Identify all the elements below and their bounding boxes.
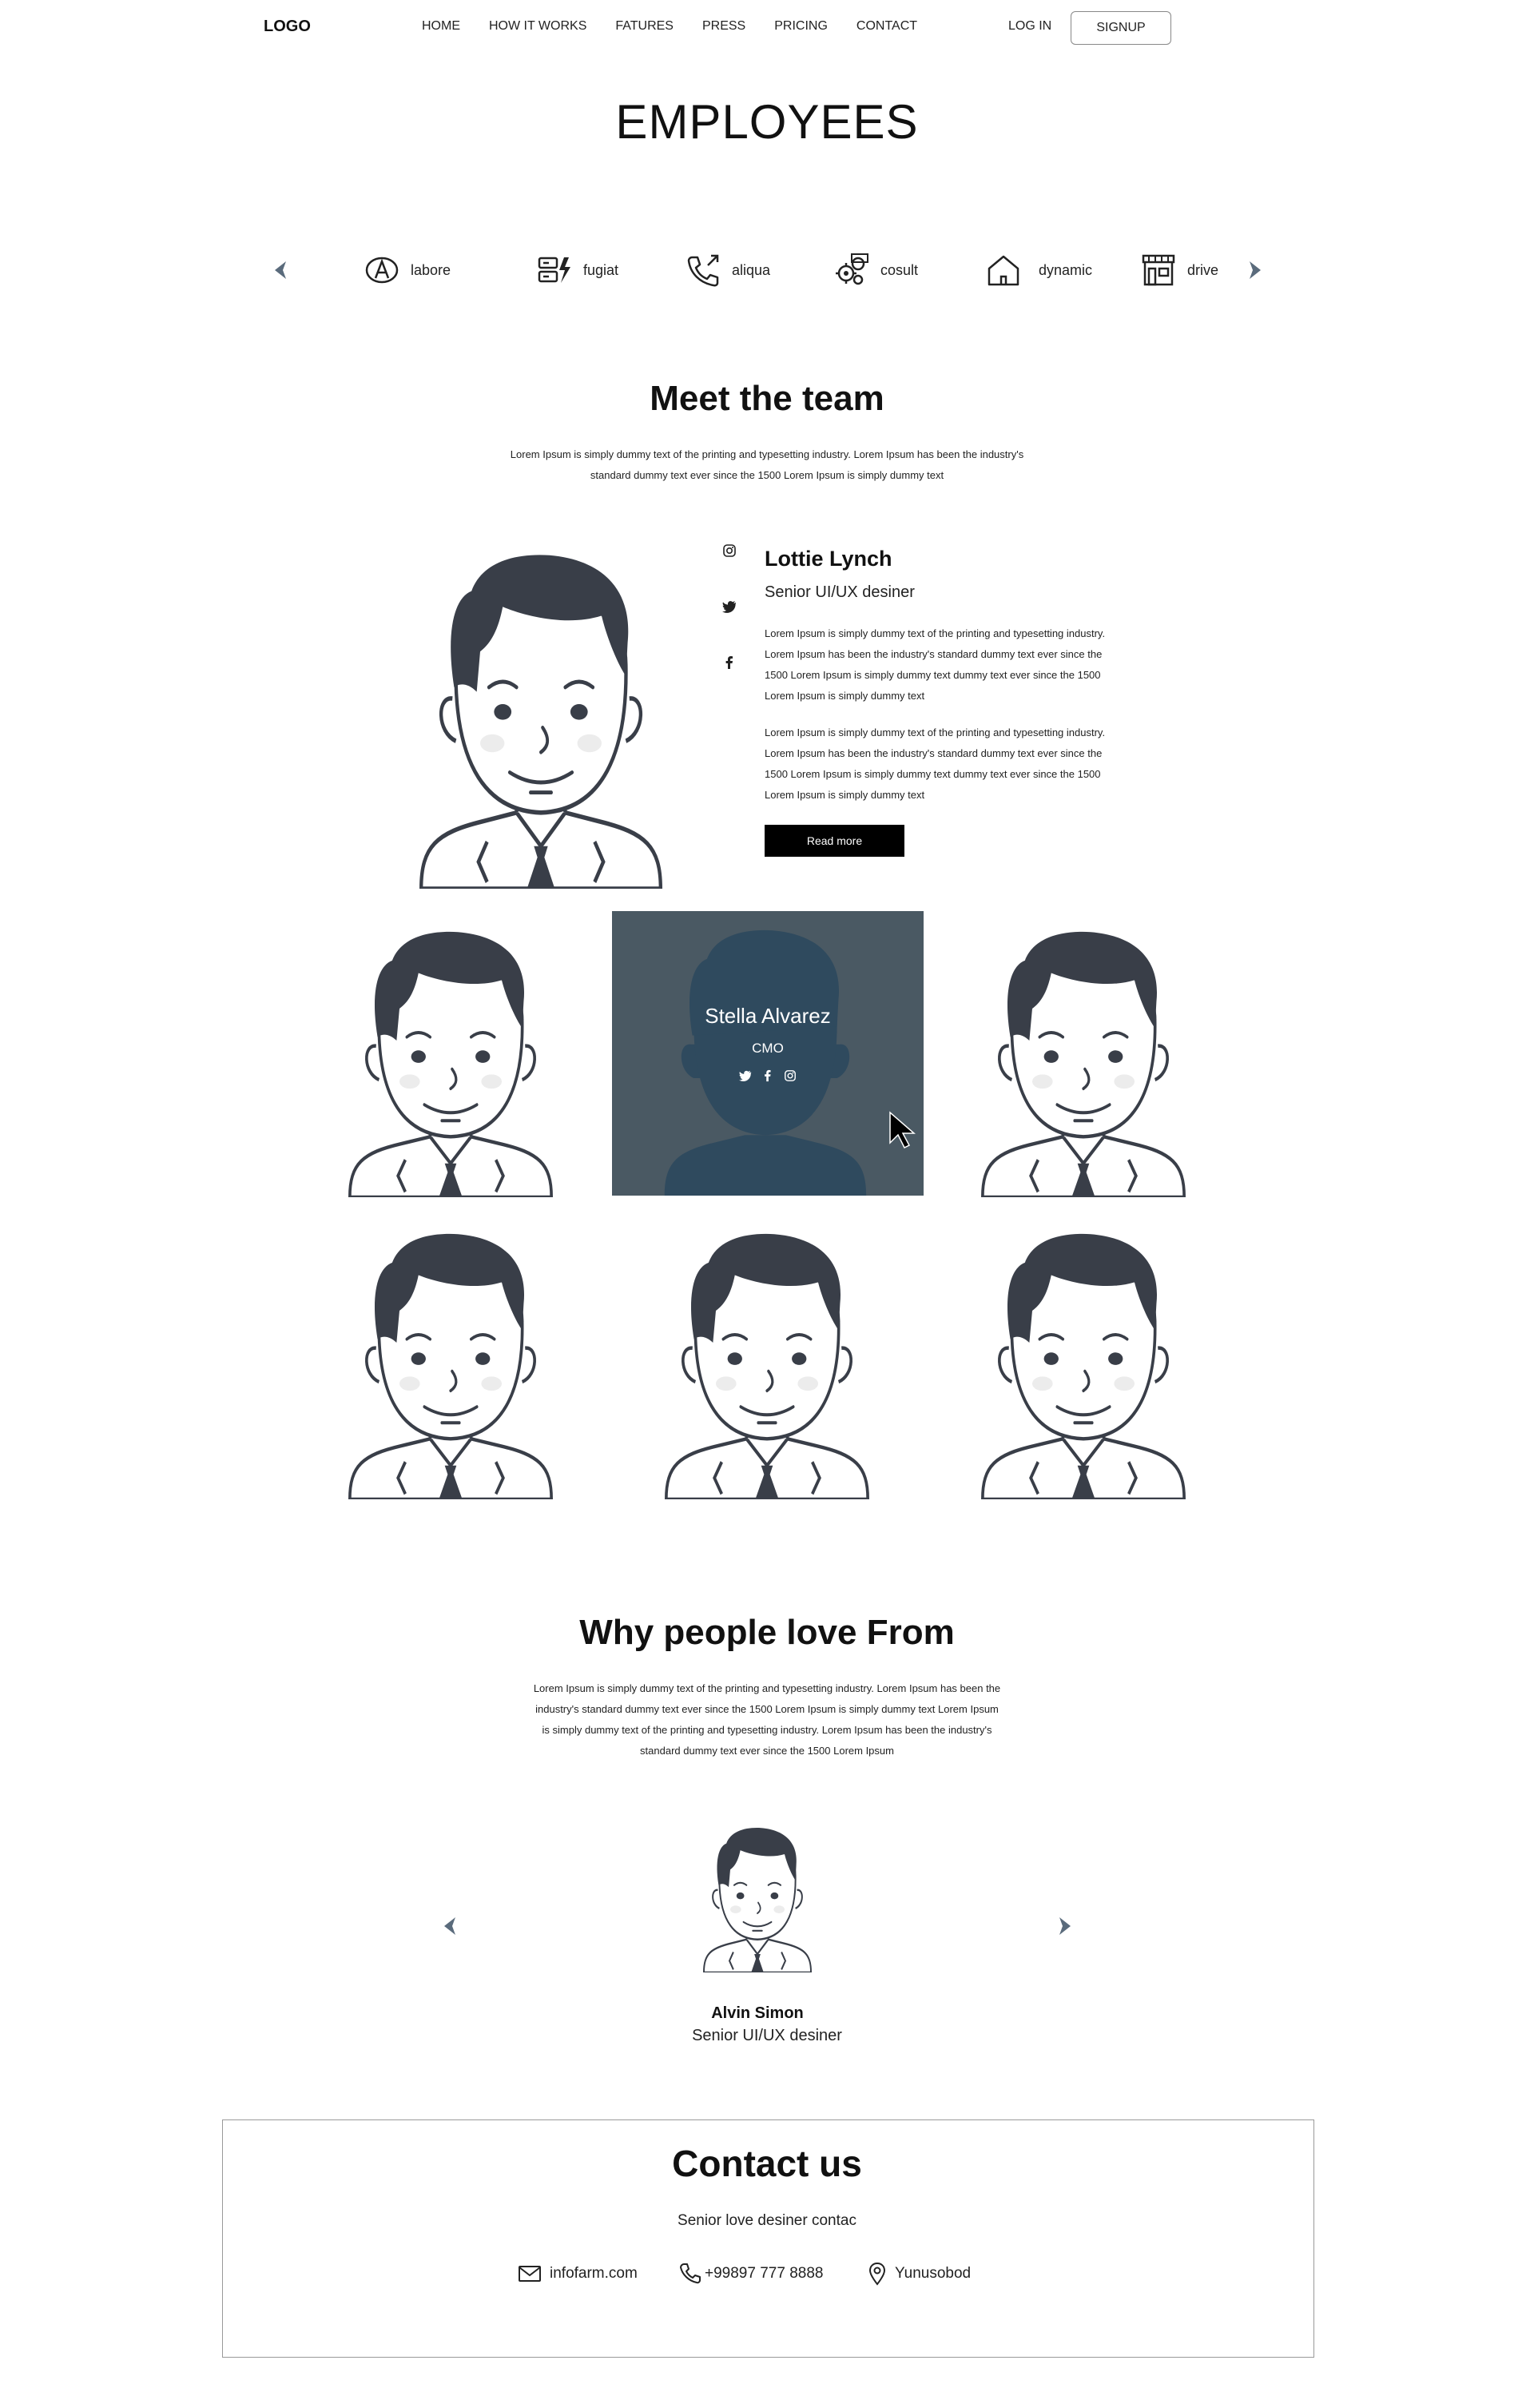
team-lead-line-1: Lorem Ipsum is simply dummy text of the … (510, 448, 1024, 460)
featured-member-name: Lottie Lynch (765, 547, 892, 571)
category-label: dynamic (1039, 261, 1093, 278)
category-item-labore[interactable]: labore (364, 253, 451, 288)
contact-phone[interactable]: +99897 777 8888 (679, 2262, 823, 2286)
instagram-icon[interactable] (784, 1069, 797, 1082)
category-item-drive[interactable]: drive (1141, 253, 1218, 288)
instagram-icon (723, 544, 736, 557)
signup-button[interactable]: SIGNUP (1071, 11, 1171, 45)
why-line-2: industry's standard dummy text ever sinc… (535, 1703, 999, 1715)
team-section-title: Meet the team (650, 379, 884, 418)
chevron-left-icon (444, 1917, 455, 1935)
nav-link-how-it-works[interactable]: HOW IT WORKS (489, 19, 586, 34)
team-member-avatar[interactable] (981, 930, 1186, 1197)
nav-link-pricing[interactable]: PRICING (774, 19, 828, 34)
contact-email-text: infofarm.com (550, 2265, 638, 2282)
badge-a-icon (365, 257, 399, 284)
gears-icon (836, 253, 868, 285)
phone-outgoing-icon (687, 254, 719, 287)
contact-location-text: Yunusobod (895, 2265, 972, 2282)
featured-avatar (419, 553, 662, 889)
hover-card-role: CMO (752, 1041, 784, 1056)
testimonial-prev-button[interactable] (438, 1912, 462, 1940)
phone-icon (680, 2263, 701, 2284)
facebook-icon (725, 656, 733, 669)
category-item-cosult[interactable]: cosult (834, 253, 918, 288)
nav-link-contact[interactable]: CONTACT (856, 19, 917, 34)
chevron-left-icon (275, 261, 286, 279)
twitter-link[interactable] (722, 599, 740, 655)
team-member-avatar[interactable] (348, 930, 553, 1197)
team-member-avatar[interactable] (981, 1232, 1186, 1499)
category-label: fugiat (583, 261, 619, 278)
contact-email[interactable]: infofarm.com (518, 2262, 638, 2286)
storefront-icon (1142, 254, 1175, 286)
nav-link-home[interactable]: HOME (422, 19, 460, 34)
hover-card-name: Stella Alvarez (705, 1004, 831, 1028)
category-item-fugiat[interactable]: fugiat (537, 253, 618, 288)
mouse-cursor-icon (889, 1111, 916, 1149)
why-line-3: is simply dummy text of the printing and… (542, 1724, 992, 1736)
why-line-1: Lorem Ipsum is simply dummy text of the … (533, 1682, 1001, 1694)
location-pin-icon (868, 2262, 886, 2286)
chevron-right-icon (1059, 1917, 1071, 1935)
chevron-right-icon (1250, 261, 1261, 279)
testimonial-name: Alvin Simon (711, 2004, 804, 2022)
facebook-link[interactable] (722, 655, 740, 711)
category-item-aliqua[interactable]: aliqua (686, 253, 770, 288)
contact-subtitle: Senior love desiner contac (678, 2212, 856, 2229)
category-label: cosult (880, 261, 919, 278)
why-section-title: Why people love From (579, 1613, 955, 1652)
twitter-icon[interactable] (739, 1069, 752, 1082)
featured-bio-paragraph-2: Lorem Ipsum is simply dummy text of the … (765, 726, 1106, 801)
top-navigation: LOGO HOME HOW IT WORKS FATURES PRESS PRI… (0, 0, 1534, 56)
nav-link-press[interactable]: PRESS (702, 19, 745, 34)
testimonial-next-button[interactable] (1053, 1912, 1077, 1940)
instagram-link[interactable] (722, 543, 740, 599)
contact-title: Contact us (672, 2143, 862, 2184)
team-lead-line-2: standard dummy text ever since the 1500 … (590, 469, 944, 481)
read-more-button[interactable]: Read more (765, 825, 904, 857)
logo[interactable]: LOGO (264, 18, 311, 36)
category-label: labore (411, 261, 451, 278)
hover-card-social-links (612, 1069, 924, 1082)
server-bolt-icon (538, 257, 570, 283)
category-label: aliqua (732, 261, 771, 278)
why-line-4: standard dummy text ever since the 1500 … (640, 1745, 894, 1757)
login-link[interactable]: LOG IN (1008, 19, 1051, 34)
page-title: EMPLOYEES (615, 95, 919, 149)
testimonial-avatar (703, 1827, 812, 1972)
house-icon (988, 255, 1019, 286)
featured-bio-paragraph-1: Lorem Ipsum is simply dummy text of the … (765, 627, 1106, 702)
contact-phone-text: +99897 777 8888 (705, 2265, 824, 2282)
featured-member-role: Senior UI/UX desiner (765, 583, 915, 601)
team-member-silhouette (664, 929, 867, 1196)
team-member-hover-card[interactable]: Stella Alvarez CMO (612, 911, 924, 1196)
category-prev-button[interactable] (268, 256, 292, 285)
facebook-icon[interactable] (761, 1069, 774, 1082)
category-label: drive (1187, 261, 1219, 278)
nav-link-features[interactable]: FATURES (615, 19, 674, 34)
team-member-avatar[interactable] (348, 1232, 553, 1499)
team-member-avatar[interactable] (665, 1232, 869, 1499)
testimonial-role: Senior UI/UX desiner (692, 2027, 842, 2044)
contact-location[interactable]: Yunusobod (868, 2262, 971, 2286)
twitter-icon (722, 601, 737, 613)
category-next-button[interactable] (1243, 256, 1267, 285)
category-item-dynamic[interactable]: dynamic (986, 253, 1092, 288)
featured-social-links (722, 543, 740, 711)
mail-icon (519, 2266, 541, 2282)
nav-links: HOME HOW IT WORKS FATURES PRESS PRICING … (422, 19, 946, 34)
